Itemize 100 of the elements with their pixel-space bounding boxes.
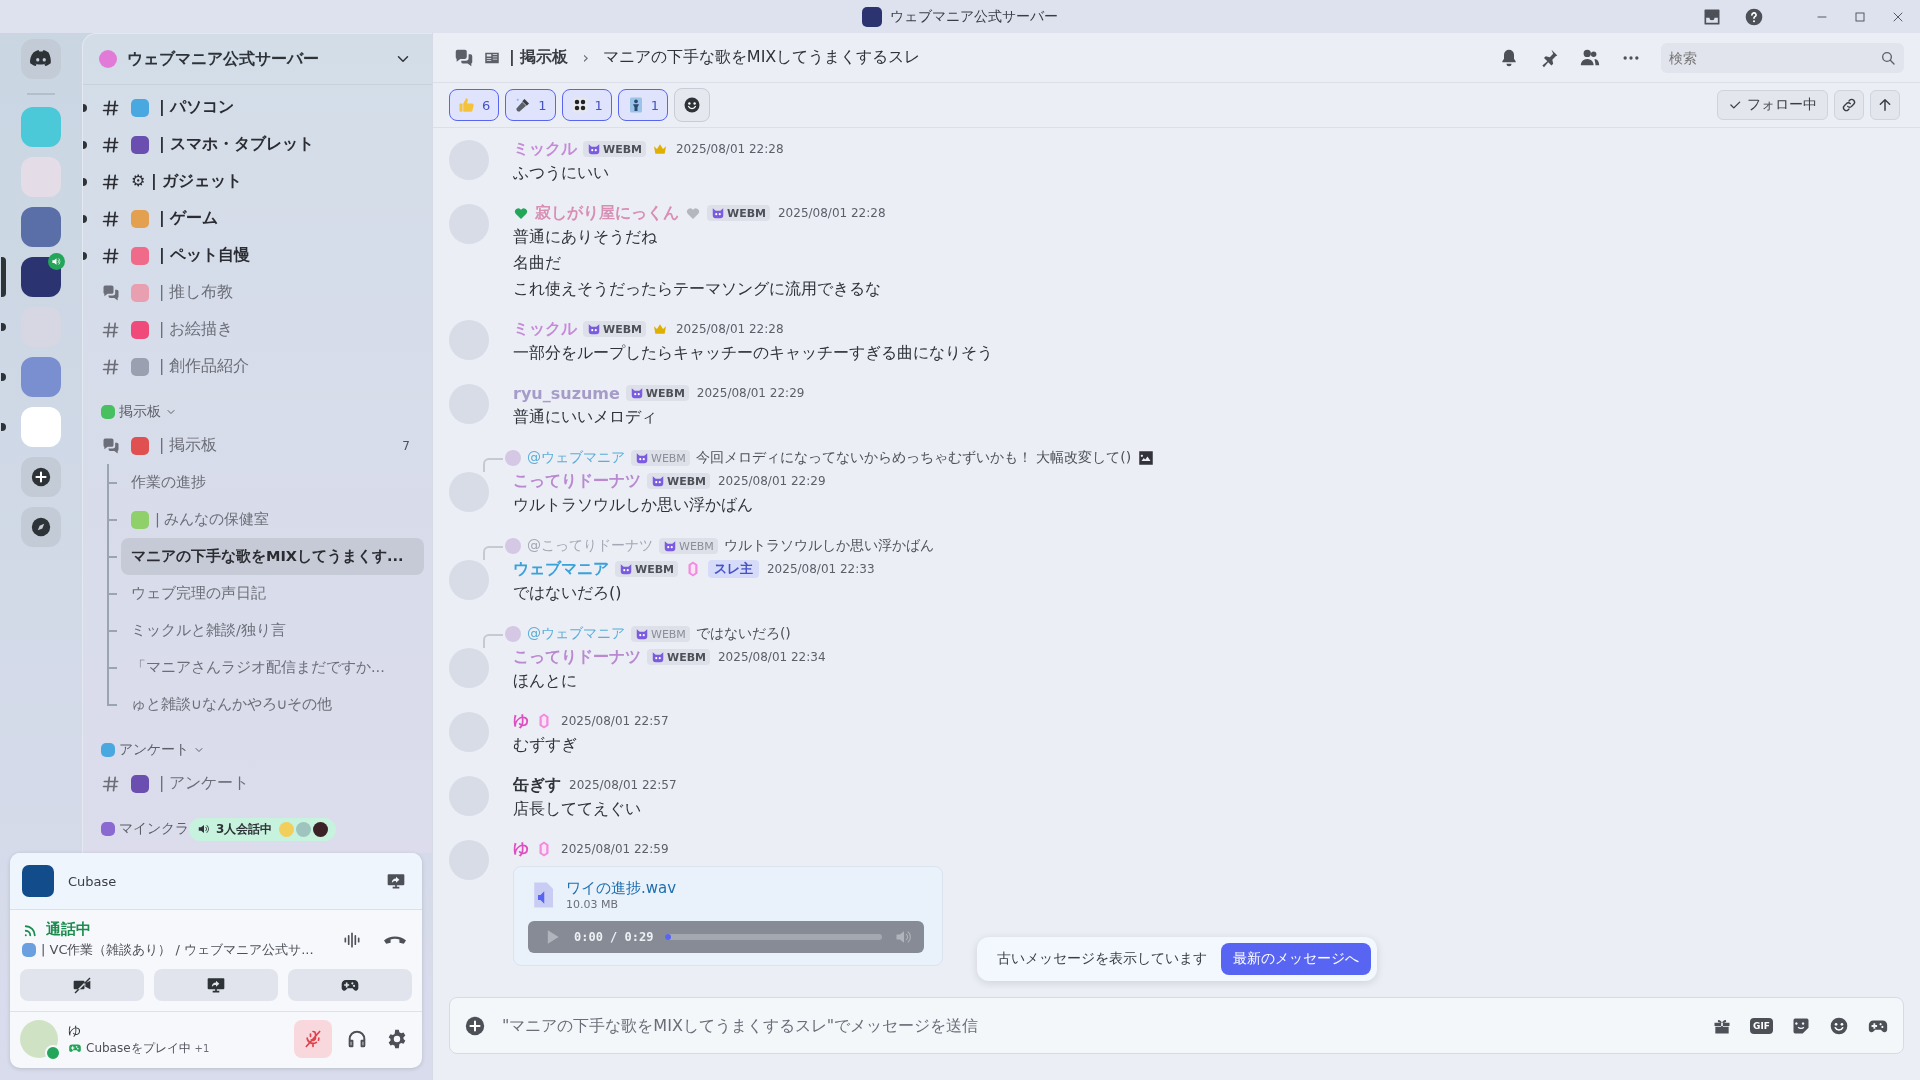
author-name[interactable]: ゆ xyxy=(513,710,529,732)
category-header[interactable]: 掲示板 xyxy=(83,397,424,427)
mic-off-icon xyxy=(303,1029,323,1049)
screen-share-icon xyxy=(206,975,226,995)
timestamp: 2025/08/01 22:57 xyxy=(561,714,669,728)
jump-to-present-button[interactable]: 最新のメッセージへ xyxy=(1220,943,1371,975)
timestamp: 2025/08/01 22:33 xyxy=(767,562,875,576)
thread-title: マニアの下手な歌をMIXしてうまくするスレ xyxy=(602,47,922,68)
mute-button[interactable] xyxy=(294,1020,332,1058)
channel-item[interactable]: | 推し布教 xyxy=(83,274,420,311)
channel-item[interactable]: | 創作品紹介 xyxy=(83,348,420,385)
message-text: むずすぎ xyxy=(513,734,578,756)
add-reaction-button[interactable] xyxy=(674,88,711,122)
reply-text[interactable]: ウルトラソウルしか思い浮かばん xyxy=(723,537,934,555)
category-header[interactable]: アンケート xyxy=(83,735,424,765)
search-icon xyxy=(1880,49,1896,66)
channel-name: | 掲示板 xyxy=(159,435,218,456)
author-name[interactable]: 缶ぎす xyxy=(513,774,561,796)
timestamp: 2025/08/01 22:29 xyxy=(718,474,826,488)
playback-time: 0:00 / 0:29 xyxy=(574,930,654,944)
reply-text[interactable]: 今回メロディになってないからめっちゃむずいかも！ 大幅改変して() xyxy=(695,449,1132,467)
activity-button[interactable] xyxy=(288,969,412,1001)
camera-button[interactable] xyxy=(20,969,144,1001)
upload-button[interactable] xyxy=(464,1014,486,1037)
emoji-icon xyxy=(131,774,149,793)
timestamp: 2025/08/01 22:59 xyxy=(561,842,669,856)
cat-icon xyxy=(629,386,644,400)
reply-line xyxy=(483,546,503,560)
server-name[interactable]: ウェブマニア公式サーバー xyxy=(127,48,384,70)
reaction-chip[interactable]: 1 xyxy=(617,89,669,121)
tag-label: WEBM xyxy=(603,322,642,336)
category-emoji-icon xyxy=(101,743,115,757)
voice-activity-pill[interactable]: 3人会話中 xyxy=(189,817,337,841)
avatar-icon xyxy=(296,821,312,837)
avatar-icon[interactable] xyxy=(20,1020,58,1058)
timestamp: 2025/08/01 22:28 xyxy=(676,142,784,156)
smiley-icon xyxy=(683,96,702,114)
speaker-icon xyxy=(197,822,211,836)
screen-share-icon xyxy=(386,871,406,891)
channel-item[interactable]: | ペット自慢 xyxy=(83,237,420,274)
message-text: ウルトラソウルしか思い浮かばん xyxy=(513,494,754,516)
cat-icon xyxy=(635,627,649,641)
home-button[interactable] xyxy=(21,39,61,79)
server-icon[interactable] xyxy=(21,257,61,297)
channel-name: | パソコン xyxy=(159,97,235,118)
reaction-chip[interactable]: 6 xyxy=(449,89,500,121)
bell-icon[interactable] xyxy=(1499,47,1519,68)
progress-track[interactable] xyxy=(665,934,882,940)
file-size: 10.03 MB xyxy=(566,898,620,911)
message-text: 一部分をループしたらキャッチーのキャッチーすぎる曲になりそう xyxy=(513,342,993,364)
compass-icon xyxy=(30,516,52,538)
avatar-icon xyxy=(505,626,521,642)
channel-item[interactable]: | アンケート xyxy=(83,765,420,802)
screen-share-button[interactable] xyxy=(154,969,278,1001)
scroll-top-button[interactable] xyxy=(1870,90,1900,120)
message-text: 名曲だ xyxy=(513,252,562,274)
message-input[interactable]: "マニアの下手な歌をMIXしてうまくするスレ"でメッセージを送信 xyxy=(500,1004,1699,1047)
jump-bar-text: 古いメッセージを表示しています xyxy=(996,950,1207,968)
cat-icon xyxy=(587,322,601,336)
help-icon[interactable] xyxy=(1744,6,1764,27)
category-header[interactable]: マインクラ 3人会話中 xyxy=(83,814,424,844)
discover-button[interactable] xyxy=(21,507,61,547)
server-icon[interactable] xyxy=(21,207,61,247)
message-text: 店長しててえぐい xyxy=(513,798,642,820)
emoji-icon[interactable] xyxy=(1829,1015,1849,1036)
add-server-button[interactable] xyxy=(21,457,61,497)
author-name[interactable]: ゆ xyxy=(513,838,529,860)
message-text: ほんとに xyxy=(513,670,578,692)
reaction-chip[interactable]: 1 xyxy=(561,89,612,121)
app-icon xyxy=(22,865,54,897)
reaction-chip[interactable]: 1 xyxy=(505,89,556,121)
channel-item[interactable]: ⚙ | ガジェット xyxy=(83,163,420,200)
follow-button[interactable]: フォロー中 xyxy=(1717,90,1828,120)
timestamp: 2025/08/01 22:29 xyxy=(696,386,805,400)
channel-item[interactable]: | ゲーム xyxy=(83,200,420,237)
channel-item[interactable]: | 掲示板 7 xyxy=(83,427,420,464)
server-icon xyxy=(862,6,882,27)
channel-item[interactable]: | スマホ・タブレット xyxy=(83,126,420,163)
cat-icon xyxy=(651,650,665,664)
search-field[interactable]: 検索 xyxy=(1661,42,1904,73)
channel-name[interactable]: | 掲示板 xyxy=(509,47,569,68)
message-text: ではないだろ() xyxy=(513,582,623,604)
server-badge-icon xyxy=(99,50,117,68)
activity-count: +1 xyxy=(194,1042,210,1054)
channel-name: | お絵描き xyxy=(159,319,234,340)
copy-link-button[interactable] xyxy=(1834,90,1864,120)
file-name-link[interactable]: ワイの進捗.wav xyxy=(566,879,677,898)
cat-icon xyxy=(711,206,725,220)
message-field[interactable]: "マニアの下手な歌をMIXしてうまくするスレ"でメッセージを送信 GIF xyxy=(449,997,1904,1054)
emoji-icon xyxy=(131,320,149,339)
channel-item[interactable]: | お絵描き xyxy=(83,311,420,348)
tag-label: WEBM xyxy=(667,650,706,664)
emoji-icon xyxy=(131,510,149,529)
voice-channel[interactable]: | VC作業（雑談あり） / ウェブマニア公式サ... xyxy=(41,941,314,959)
gif-button[interactable]: GIF xyxy=(1750,1017,1773,1034)
tag-label: WEBM xyxy=(679,539,714,553)
reply-text[interactable]: ではないだろ() xyxy=(695,625,791,643)
emoji-icon xyxy=(22,943,36,957)
thread-name: ウェブ完理の声日記 xyxy=(131,584,266,603)
channel-item[interactable]: | パソコン xyxy=(83,89,420,126)
